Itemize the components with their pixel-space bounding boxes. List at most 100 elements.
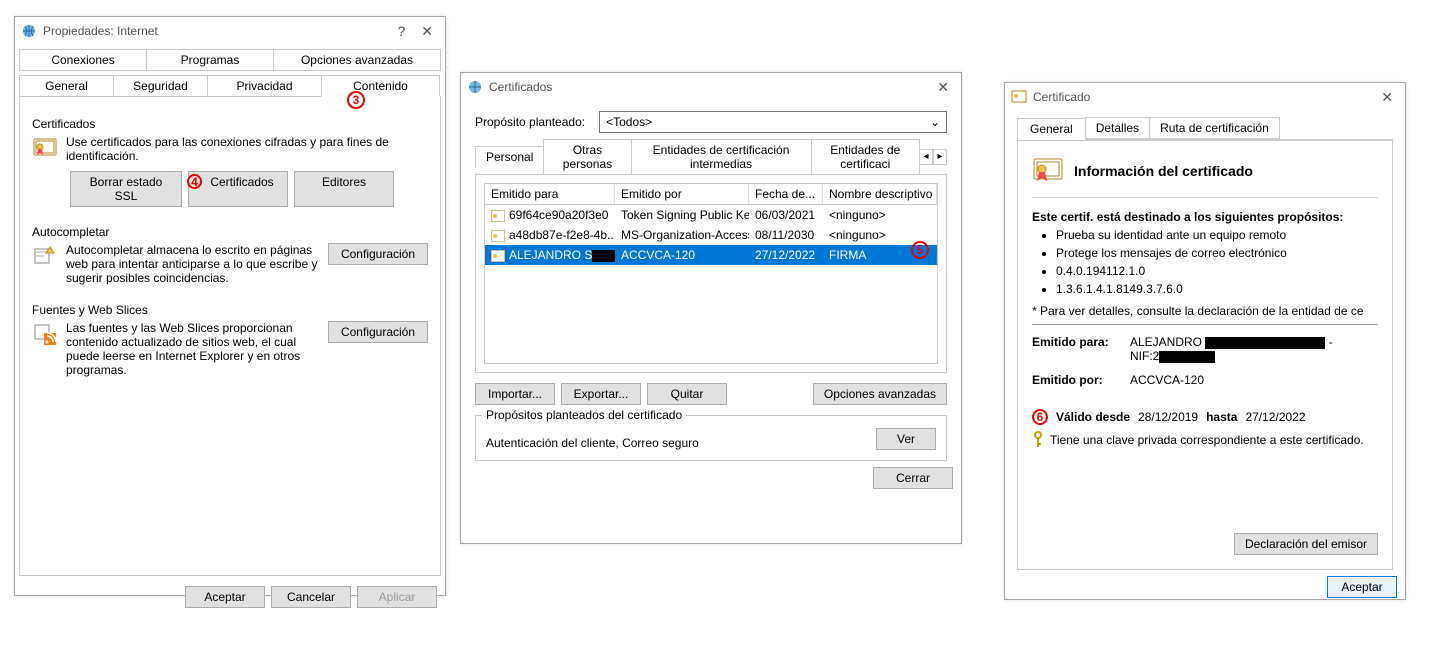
window-title: Propiedades: Internet <box>43 24 158 38</box>
tab-scroll-left[interactable]: ◂ <box>919 149 933 165</box>
purpose-combo[interactable]: <Todos> ⌄ <box>599 111 947 133</box>
cert-row-icon <box>491 210 505 222</box>
tab-details[interactable]: Detalles <box>1085 117 1150 139</box>
feeds-settings-button[interactable]: Configuración <box>328 321 428 343</box>
redacted <box>1205 337 1325 349</box>
list-row[interactable]: 69f64ce90a20f3e0 Token Signing Public Ke… <box>485 205 937 225</box>
clear-ssl-button[interactable]: Borrar estado SSL <box>70 171 182 207</box>
titlebar: Propiedades: Internet ? ✕ <box>15 17 445 45</box>
list-row[interactable]: a48db87e-f2e8-4b... MS-Organization-Acce… <box>485 225 937 245</box>
purpose-item: 1.3.6.1.4.1.8149.3.7.6.0 <box>1056 280 1378 298</box>
tab-intermediate[interactable]: Entidades de certificación intermedias <box>631 139 812 174</box>
tab-scroll-right[interactable]: ▸ <box>933 149 947 165</box>
tab-security[interactable]: Seguridad <box>113 75 208 97</box>
cert-list: 69f64ce90a20f3e0 Token Signing Public Ke… <box>484 204 938 364</box>
cert-row-icon <box>491 230 505 242</box>
autocomplete-icon <box>32 243 58 269</box>
annotation-marker-3: 3 <box>347 91 365 109</box>
cancel-button[interactable]: Cancelar <box>271 586 351 608</box>
issued-by-label: Emitido por: <box>1032 373 1122 387</box>
tab-privacy[interactable]: Privacidad <box>207 75 322 97</box>
certificate-large-icon <box>1032 155 1064 187</box>
feeds-group-label: Fuentes y Web Slices <box>32 303 428 317</box>
purposes-legend: Propósitos planteados del certificado <box>482 408 686 422</box>
tab-general[interactable]: General <box>1017 118 1086 140</box>
feeds-desc: Las fuentes y las Web Slices proporciona… <box>66 321 320 377</box>
window-title: Certificado <box>1033 90 1090 104</box>
purposes-text: Autenticación del cliente, Correo seguro <box>486 436 699 450</box>
certificates-dialog: Certificados ✕ Propósito planteado: <Tod… <box>460 72 962 544</box>
tab-certpath[interactable]: Ruta de certificación <box>1149 117 1280 139</box>
redacted <box>592 250 615 262</box>
purpose-item: Prueba su identidad ante un equipo remot… <box>1056 226 1378 244</box>
ok-button[interactable]: Aceptar <box>1327 576 1397 598</box>
cert-header: Información del certificado <box>1074 163 1253 179</box>
valid-to-label: hasta <box>1206 410 1237 424</box>
globe-icon <box>21 23 37 39</box>
purpose-combo-value: <Todos> <box>606 115 652 129</box>
valid-to-value: 27/12/2022 <box>1245 410 1305 424</box>
col-friendly[interactable]: Nombre descriptivo <box>823 184 937 204</box>
close-button[interactable]: ✕ <box>937 79 949 96</box>
rss-icon <box>32 321 58 347</box>
autocomplete-settings-button[interactable]: Configuración <box>328 243 428 265</box>
tab-personal[interactable]: Personal <box>475 146 544 168</box>
tab-advanced[interactable]: Opciones avanzadas <box>273 49 441 71</box>
cert-list-header: Emitido para Emitido por Fecha de... Nom… <box>484 183 938 204</box>
tab-root-truncated[interactable]: Entidades de certificaci <box>811 139 921 174</box>
tab-content[interactable]: Contenido <box>321 75 440 97</box>
tab-others[interactable]: Otras personas <box>543 139 631 174</box>
chevron-down-icon: ⌄ <box>930 115 940 129</box>
cert-desc: Use certificados para las conexiones cif… <box>66 135 428 163</box>
certificate-icon <box>32 135 58 161</box>
close-dialog-button[interactable]: Cerrar <box>873 467 953 489</box>
list-row-selected[interactable]: ALEJANDRO S ACCVCA-120 27/12/2022 FIRMA <box>485 245 937 265</box>
annotation-marker-4: 4 <box>187 174 202 189</box>
import-button[interactable]: Importar... <box>475 383 555 405</box>
remove-button[interactable]: Quitar <box>647 383 727 405</box>
annotation-marker-5: 5 <box>911 241 929 259</box>
globe-icon <box>467 79 483 95</box>
close-button[interactable]: ✕ <box>421 23 433 40</box>
export-button[interactable]: Exportar... <box>561 383 641 405</box>
autocomplete-desc: Autocompletar almacena lo escrito en pág… <box>66 243 320 285</box>
col-issued-to[interactable]: Emitido para <box>485 184 615 204</box>
col-issued-by[interactable]: Emitido por <box>615 184 749 204</box>
tab-connections[interactable]: Conexiones <box>19 49 147 71</box>
intro-text: Este certif. está destinado a los siguie… <box>1032 210 1378 224</box>
advanced-button[interactable]: Opciones avanzadas <box>813 383 947 405</box>
annotation-marker-6: 6 <box>1032 409 1048 425</box>
purpose-bullets: Prueba su identidad ante un equipo remot… <box>1046 226 1378 298</box>
redacted <box>1159 351 1215 363</box>
key-icon <box>1032 431 1044 449</box>
issuer-statement-button[interactable]: Declaración del emisor <box>1234 533 1378 555</box>
publishers-button[interactable]: Editores <box>294 171 394 207</box>
view-button[interactable]: Ver <box>876 428 936 450</box>
certificate-info-dialog: Certificado ✕ General Detalles Ruta de c… <box>1004 82 1406 600</box>
ok-button[interactable]: Aceptar <box>185 586 265 608</box>
close-button[interactable]: ✕ <box>1381 89 1393 106</box>
certificate-icon <box>1011 89 1027 105</box>
certificates-button[interactable]: 4 Certificados <box>188 171 288 207</box>
purpose-label: Propósito planteado: <box>475 115 585 129</box>
valid-from-value: 28/12/2019 <box>1138 410 1198 424</box>
purpose-item: Protege los mensajes de correo electróni… <box>1056 244 1378 262</box>
titlebar: Certificado ✕ <box>1005 83 1405 111</box>
help-button[interactable]: ? <box>397 23 405 39</box>
issued-to-label: Emitido para: <box>1032 335 1122 363</box>
tab-general[interactable]: General <box>19 75 114 97</box>
internet-properties-dialog: Propiedades: Internet ? ✕ Conexiones Pro… <box>14 16 446 596</box>
titlebar: Certificados ✕ <box>461 73 961 101</box>
issued-to-value: ALEJANDRO - NIF:2 <box>1130 335 1333 363</box>
valid-from-label: Válido desde <box>1056 410 1130 424</box>
note-text: * Para ver detalles, consulte la declara… <box>1032 304 1378 318</box>
autocomplete-group-label: Autocompletar <box>32 225 428 239</box>
purpose-item: 0.4.0.194112.1.0 <box>1056 262 1378 280</box>
window-title: Certificados <box>489 80 552 94</box>
col-expires[interactable]: Fecha de... <box>749 184 823 204</box>
apply-button: Aplicar <box>357 586 437 608</box>
issued-by-value: ACCVCA-120 <box>1130 373 1204 387</box>
tab-programs[interactable]: Programas <box>146 49 274 71</box>
private-key-text: Tiene una clave privada correspondiente … <box>1050 433 1364 447</box>
cert-row-icon <box>491 250 505 262</box>
